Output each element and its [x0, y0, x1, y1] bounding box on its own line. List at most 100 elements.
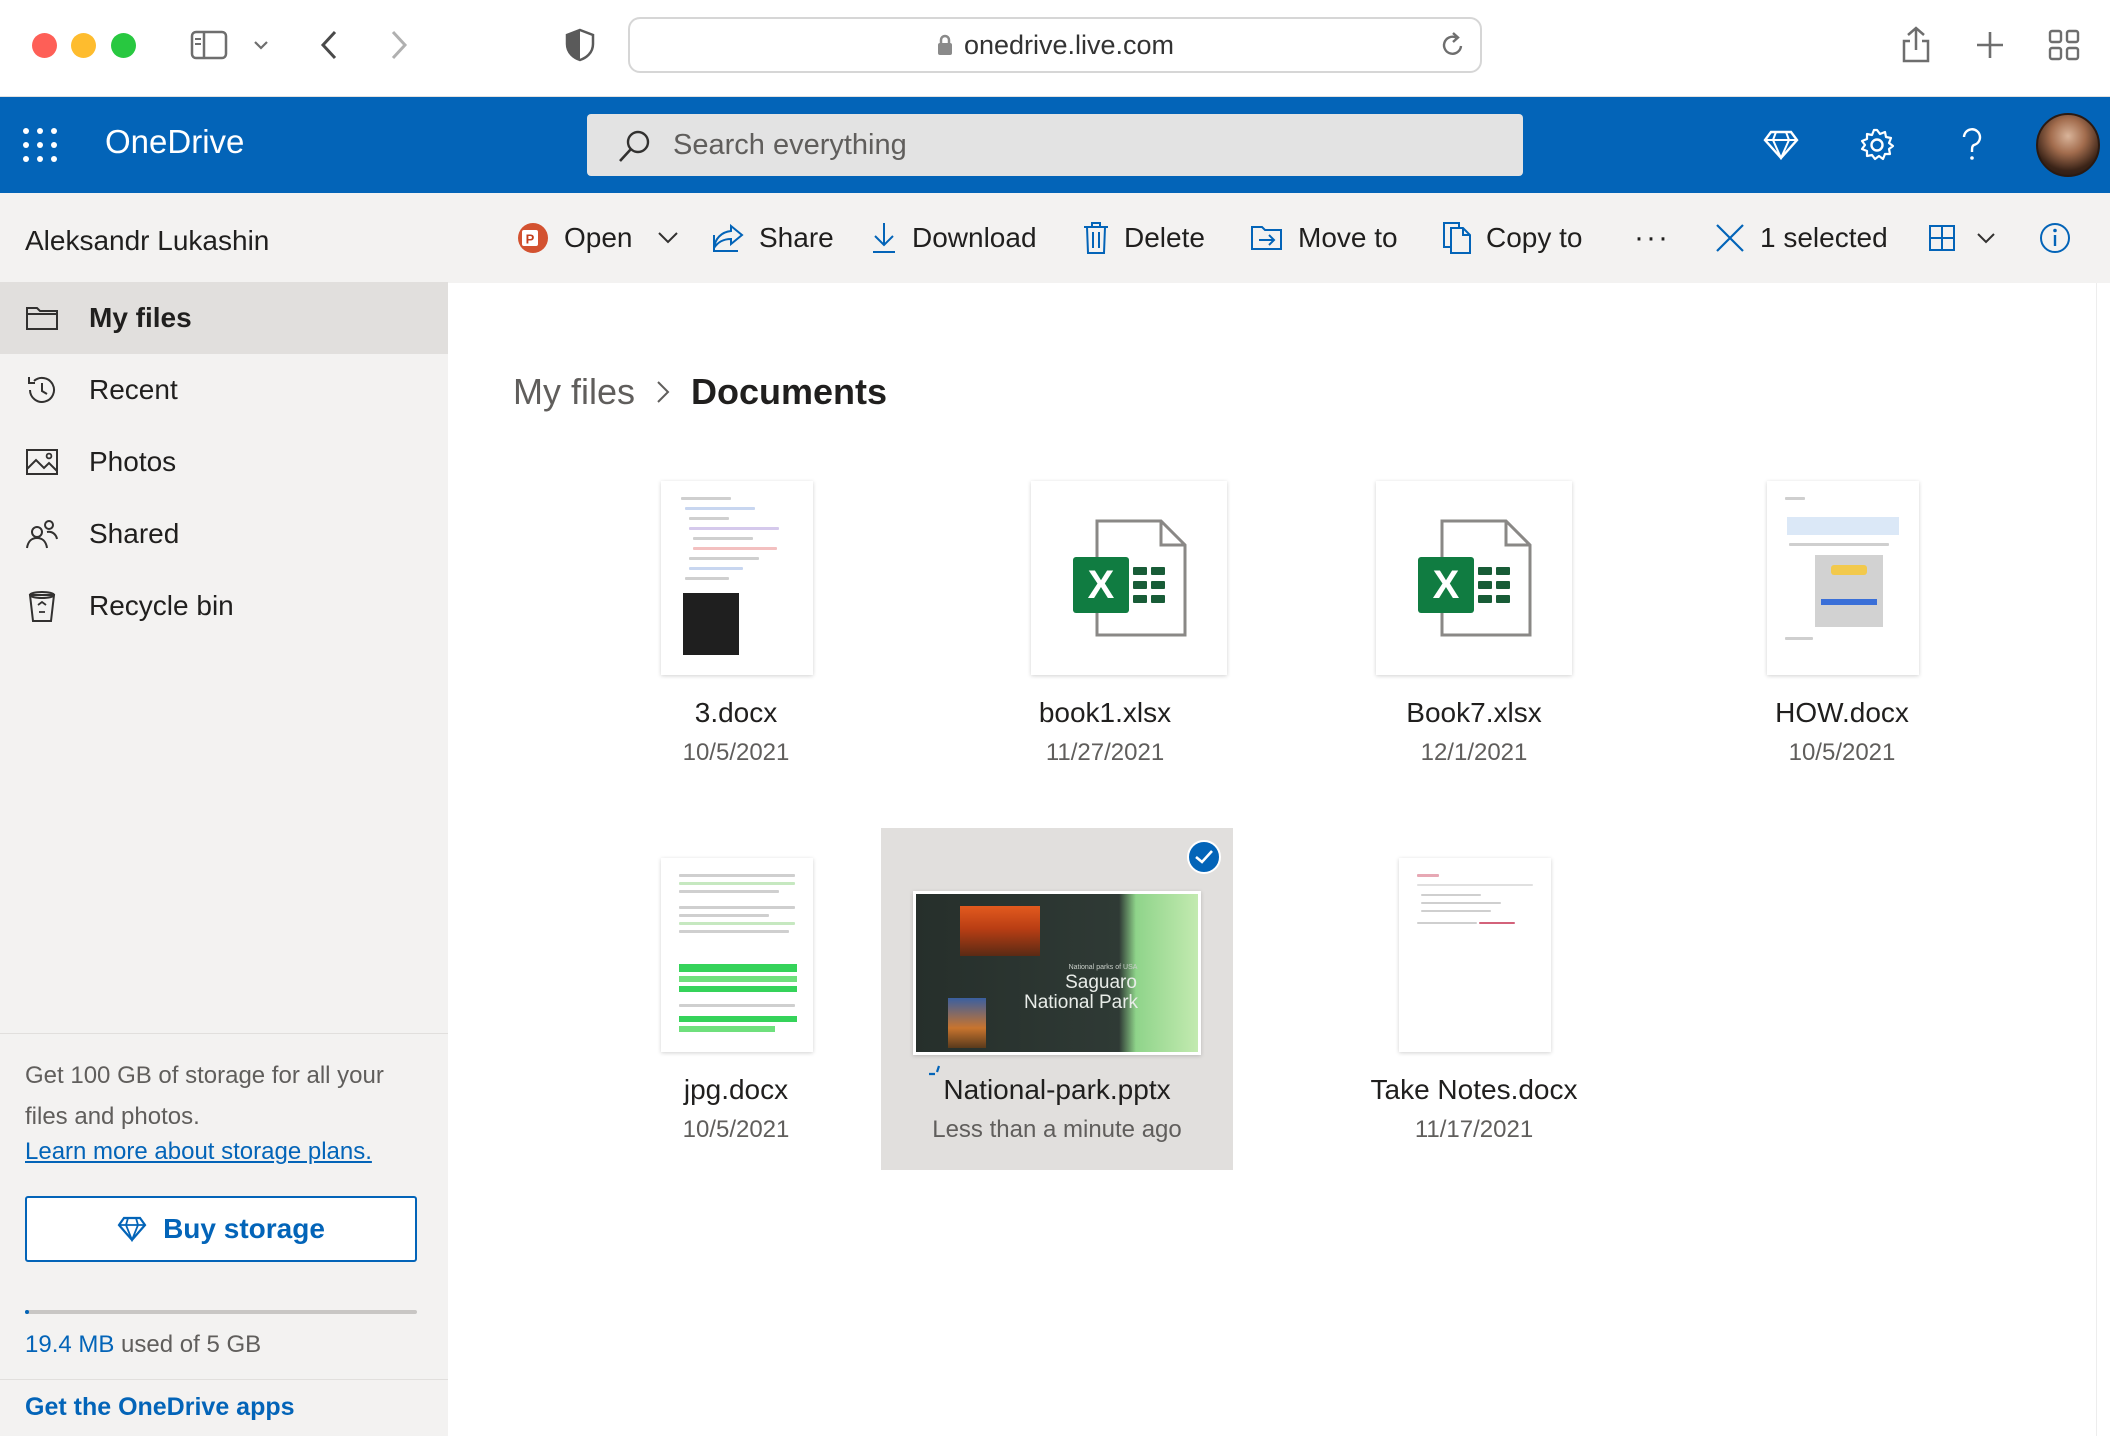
- close-icon: [1716, 224, 1744, 252]
- delete-button[interactable]: Delete: [1082, 193, 1205, 283]
- new-tab-icon[interactable]: [1970, 20, 2010, 70]
- history-icon: [22, 370, 62, 410]
- file-thumbnail: X: [1376, 481, 1572, 675]
- storage-meter: [25, 1310, 417, 1314]
- breadcrumb-current: Documents: [691, 371, 888, 412]
- download-label: Download: [912, 222, 1037, 253]
- open-button[interactable]: P Open: [516, 193, 679, 283]
- app-launcher-icon[interactable]: [22, 127, 58, 163]
- more-actions-button[interactable]: ···: [1634, 193, 1670, 283]
- nav-label: My files: [89, 302, 192, 333]
- file-name[interactable]: book1.xlsx: [929, 697, 1281, 729]
- sidebar-toggle-icon[interactable]: [186, 20, 232, 70]
- privacy-shield-icon[interactable]: [562, 20, 598, 70]
- nav-label: Recycle bin: [89, 590, 234, 621]
- selected-check-icon[interactable]: [1187, 840, 1221, 874]
- file-thumbnail: X: [1031, 481, 1227, 675]
- details-pane-button[interactable]: [2038, 193, 2072, 283]
- file-name[interactable]: Take Notes.docx: [1298, 1074, 1650, 1106]
- left-nav: Aleksandr Lukashin My files Recent Photo…: [0, 193, 448, 1436]
- download-button[interactable]: Download: [870, 193, 1037, 283]
- buy-storage-button[interactable]: Buy storage: [25, 1196, 417, 1262]
- lock-icon: [937, 34, 952, 55]
- image-icon: [22, 442, 62, 482]
- url-text: onedrive.live.com: [963, 29, 1175, 60]
- more-actions-label: ···: [1634, 221, 1670, 254]
- file-thumbnail: [1767, 481, 1919, 675]
- share-button[interactable]: Share: [711, 193, 834, 283]
- scrollbar-track[interactable]: [2096, 283, 2110, 1436]
- address-bar[interactable]: onedrive.live.com: [628, 17, 1482, 73]
- download-icon: [873, 223, 895, 253]
- nav-item-recent[interactable]: Recent: [0, 354, 448, 426]
- file-tile-book7-xlsx[interactable]: X Book7.xlsx 12/1/2021: [1298, 481, 1650, 823]
- premium-diamond-icon[interactable]: [1753, 117, 1809, 173]
- reload-icon[interactable]: [1440, 31, 1466, 64]
- app-header: OneDrive: [0, 97, 2110, 193]
- file-tile-national-park-pptx[interactable]: National parks of USA Saguaro National P…: [881, 828, 1233, 1170]
- file-tile-3-docx[interactable]: 3.docx 10/5/2021: [560, 481, 912, 823]
- app-title[interactable]: OneDrive: [105, 123, 244, 161]
- storage-usage-text: 19.4 MB used of 5 GB: [25, 1331, 261, 1359]
- nav-label: Photos: [89, 446, 177, 477]
- file-thumbnail: [1399, 858, 1551, 1052]
- user-avatar[interactable]: [2036, 113, 2100, 177]
- view-options-button[interactable]: [1928, 193, 1996, 283]
- chevron-down-icon[interactable]: [657, 231, 679, 245]
- breadcrumb: My files Documents: [513, 371, 887, 413]
- minimize-window-button[interactable]: [71, 33, 96, 58]
- nav-label: Shared: [89, 518, 180, 549]
- file-tile-how-docx[interactable]: HOW.docx 10/5/2021: [1666, 481, 2018, 823]
- file-thumbnail: [661, 481, 813, 675]
- forward-arrow-icon[interactable]: [382, 20, 416, 70]
- nav-item-recycle-bin[interactable]: Recycle bin: [0, 570, 448, 642]
- nav-divider: [0, 1033, 448, 1034]
- help-icon[interactable]: [1944, 117, 2000, 173]
- command-bar: P Open Share Download Delete Move to Cop…: [448, 193, 2110, 283]
- diamond-icon: [117, 1216, 147, 1242]
- move-to-icon: [1251, 226, 1282, 250]
- share-page-icon[interactable]: [1896, 20, 1936, 70]
- open-label: Open: [564, 222, 633, 253]
- storage-used-amount[interactable]: 19.4 MB: [25, 1331, 114, 1358]
- storage-meter-fill: [25, 1310, 29, 1314]
- get-apps-link[interactable]: Get the OneDrive apps: [25, 1393, 295, 1422]
- delete-label: Delete: [1124, 222, 1205, 253]
- storage-plans-link[interactable]: Learn more about storage plans.: [25, 1138, 372, 1166]
- nav-item-shared[interactable]: Shared: [0, 498, 448, 570]
- nav-item-photos[interactable]: Photos: [0, 426, 448, 498]
- storage-promo-text: Get 100 GB of storage for all your files…: [25, 1062, 384, 1130]
- file-name[interactable]: 3.docx: [560, 697, 912, 729]
- search-box[interactable]: [587, 114, 1523, 176]
- close-window-button[interactable]: [32, 33, 57, 58]
- zoom-window-button[interactable]: [111, 33, 136, 58]
- recycle-bin-icon: [22, 586, 62, 626]
- tab-overview-icon[interactable]: [2044, 20, 2084, 70]
- file-tile-take-notes-docx[interactable]: Take Notes.docx 11/17/2021: [1298, 828, 1650, 1170]
- file-name[interactable]: HOW.docx: [1666, 697, 2018, 729]
- svg-text:P: P: [526, 232, 535, 247]
- settings-gear-icon[interactable]: [1849, 117, 1905, 173]
- file-date: 11/17/2021: [1414, 1116, 1534, 1143]
- share-icon: [713, 223, 744, 252]
- slide-title-line-2: National Park: [1023, 992, 1139, 1013]
- file-date: 10/5/2021: [682, 739, 790, 766]
- slide-subtitle: National parks of USA: [1068, 964, 1138, 971]
- storage-total: used of 5 GB: [114, 1331, 262, 1358]
- file-name[interactable]: Book7.xlsx: [1298, 697, 1650, 729]
- nav-item-my-files[interactable]: My files: [0, 282, 448, 354]
- grid-view-icon: [1929, 225, 1955, 251]
- file-name[interactable]: jpg.docx: [560, 1074, 912, 1106]
- selection-count: 1 selected: [1760, 222, 1888, 253]
- breadcrumb-parent[interactable]: My files: [513, 371, 635, 413]
- back-arrow-icon[interactable]: [312, 20, 346, 70]
- move-to-button[interactable]: Move to: [1250, 193, 1398, 283]
- nav-label: Recent: [89, 374, 178, 405]
- chevron-down-icon[interactable]: [248, 20, 274, 70]
- file-tile-book1-xlsx[interactable]: X book1.xlsx 11/27/2021: [929, 481, 1281, 823]
- file-tile-jpg-docx[interactable]: jpg.docx 10/5/2021: [560, 828, 912, 1170]
- copy-to-button[interactable]: Copy to: [1442, 193, 1583, 283]
- clear-selection-button[interactable]: 1 selected: [1714, 193, 1888, 283]
- search-input[interactable]: [673, 114, 1493, 176]
- file-name[interactable]: National-park.pptx: [881, 1074, 1233, 1106]
